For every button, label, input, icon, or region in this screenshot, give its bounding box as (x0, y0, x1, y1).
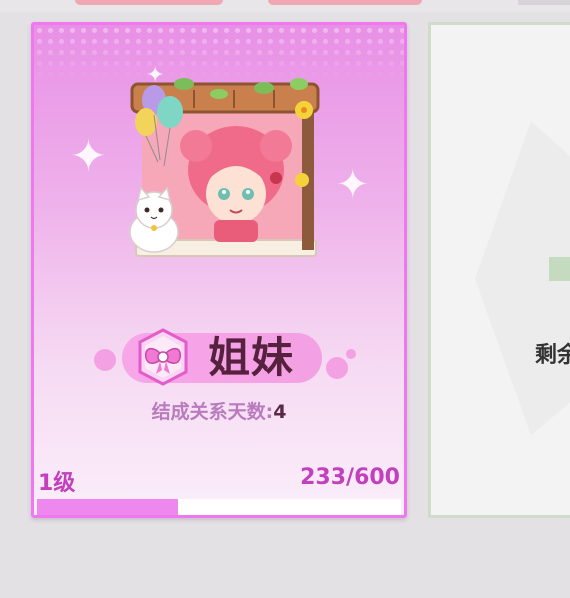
progress-bar (37, 499, 401, 515)
days-label: 结成关系天数: (151, 401, 274, 423)
relation-title: 姐妹 (208, 333, 295, 382)
relation-title-bar: 姐妹 (94, 327, 356, 389)
top-tab-right[interactable] (518, 0, 570, 5)
progress-text: 233/600 (300, 465, 400, 490)
title-decoration-dot (94, 349, 116, 371)
title-decoration-dot (346, 349, 356, 359)
title-decoration-dot (326, 357, 348, 379)
top-tab-middle[interactable] (268, 0, 422, 5)
progress-bar-fill (37, 499, 179, 515)
next-card-panel[interactable]: 剩余 (428, 22, 570, 518)
next-card-color-block (549, 257, 570, 281)
next-card-text: 剩余 (535, 343, 570, 368)
girl-in-window-illustration (129, 78, 320, 257)
top-tab-left[interactable] (75, 0, 223, 5)
level-label: 1级 (38, 471, 76, 496)
days-value: 4 (273, 401, 287, 423)
sparkle-icon: ✦ (336, 162, 370, 208)
bow-badge-icon (138, 328, 188, 386)
relationship-days: 结成关系天数:4 (34, 397, 404, 424)
sparkle-icon: ✦ (70, 131, 107, 182)
relationship-card[interactable]: ✦ ✦ ✦ 姐妹 结成关系天数:4 1级 233/600 (31, 22, 407, 518)
